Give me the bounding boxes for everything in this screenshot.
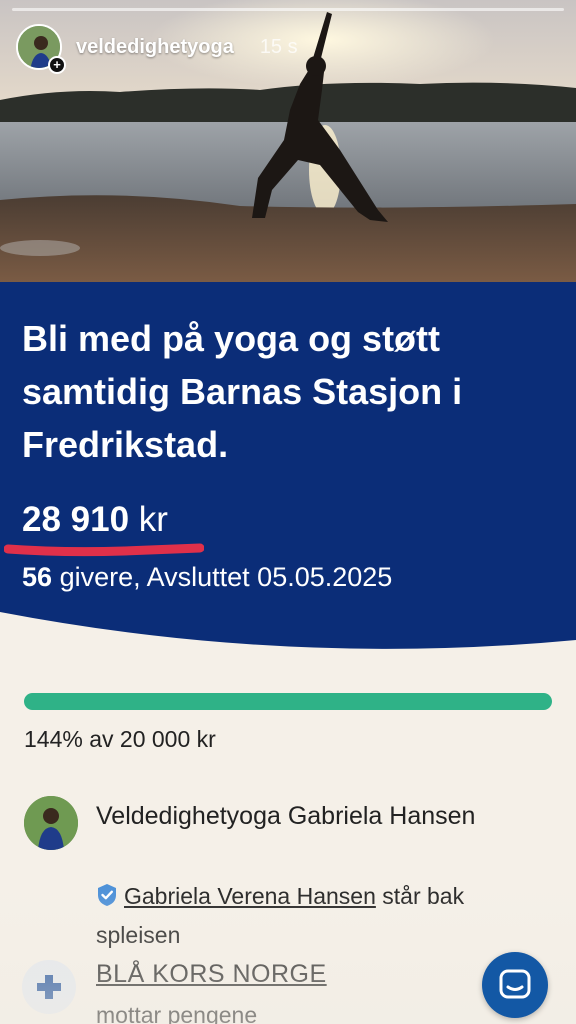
charity-name-link[interactable]: BLÅ KORS NORGE <box>96 960 327 989</box>
givers-count: 56 <box>22 562 53 592</box>
campaign-headline: Bli med på yoga og støtt samtidig Barnas… <box>22 318 463 465</box>
goal-progress-bar <box>24 693 552 710</box>
add-icon: + <box>48 56 66 74</box>
shield-check-icon <box>96 881 118 917</box>
amount-number: 28 910 <box>22 500 130 539</box>
givers-status: 56 givere, Avsluttet 05.05.2025 <box>22 562 392 593</box>
amount-unit: kr <box>138 500 168 539</box>
amount-raised: 28 910 kr <box>22 500 168 540</box>
givers-text: givere, Avsluttet 05.05.2025 <box>59 562 393 592</box>
story-time: 15 s <box>259 35 298 58</box>
organizer-avatar[interactable] <box>24 796 78 850</box>
story-progress-bar <box>12 8 564 11</box>
chat-button[interactable] <box>482 952 548 1018</box>
goal-text: 144% av 20 000 kr <box>24 726 216 752</box>
story-username[interactable]: veldedighetyoga <box>76 36 234 59</box>
verified-organizer: Gabriela Verena Hansen står bak spleisen <box>96 878 546 953</box>
chat-bubble-icon <box>499 969 531 999</box>
story-avatar[interactable]: + <box>16 24 66 74</box>
plus-cross-icon <box>22 960 76 1014</box>
campaign-card: Bli med på yoga og støtt samtidig Barnas… <box>0 282 576 652</box>
verified-person-link[interactable]: Gabriela Verena Hansen <box>124 883 376 909</box>
card-curve <box>0 612 576 652</box>
organizer-name: Veldedighetyoga Gabriela Hansen <box>96 802 476 830</box>
story-header: + veldedighetyoga 15 s <box>16 24 298 74</box>
charity-subtitle: mottar pengene <box>96 1002 258 1024</box>
red-underline-scribble <box>4 543 204 557</box>
